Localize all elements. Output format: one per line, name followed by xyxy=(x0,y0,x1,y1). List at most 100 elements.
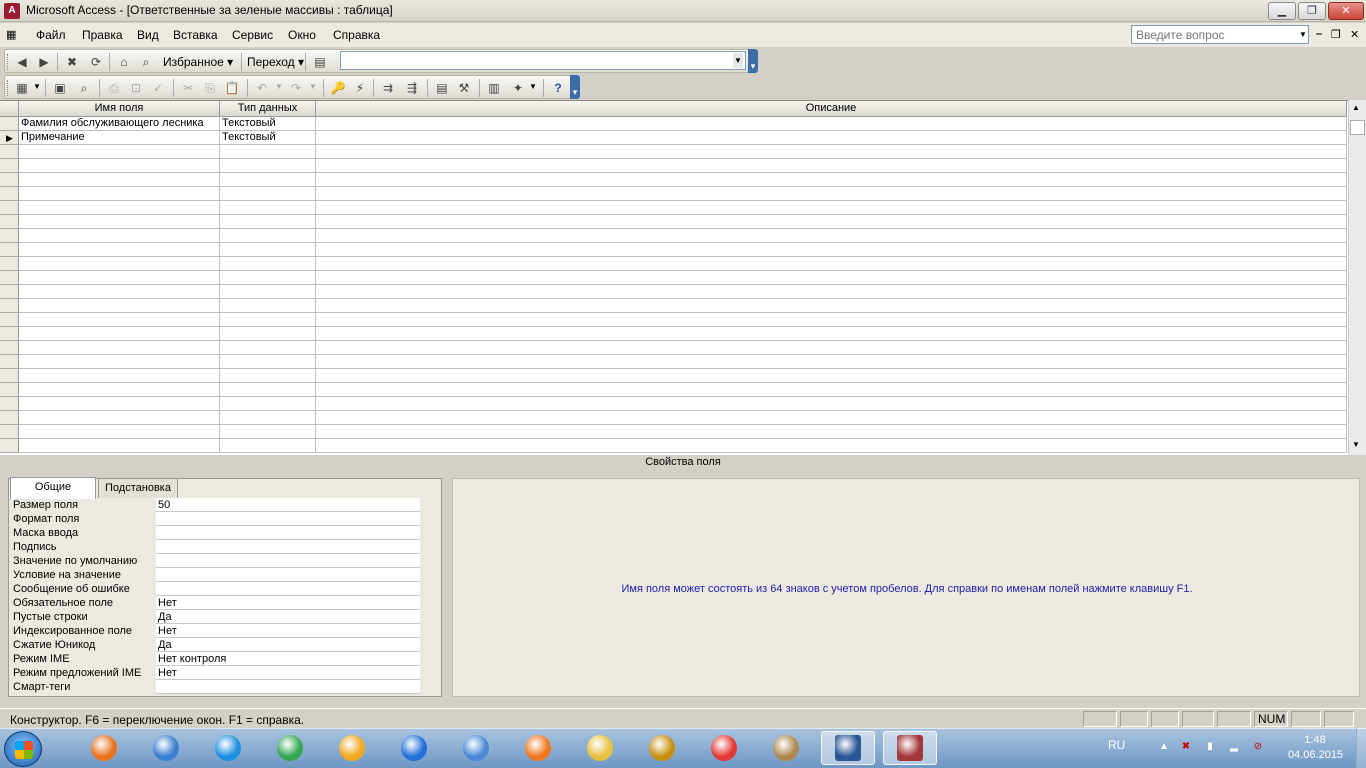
field-name-cell[interactable] xyxy=(19,383,220,397)
property-value[interactable] xyxy=(156,526,420,540)
data-type-cell[interactable] xyxy=(220,243,316,257)
row-selector[interactable] xyxy=(0,173,19,187)
menu-view[interactable]: Вид xyxy=(137,28,159,42)
row-selector[interactable] xyxy=(0,201,19,215)
description-cell[interactable] xyxy=(316,159,1347,173)
property-value[interactable] xyxy=(156,568,420,582)
data-type-cell[interactable] xyxy=(220,201,316,215)
undo-icon[interactable]: ↶ xyxy=(253,80,271,96)
undo-dropdown-icon[interactable]: ▼ xyxy=(275,82,283,91)
data-type-cell[interactable] xyxy=(220,369,316,383)
menu-insert[interactable]: Вставка xyxy=(173,28,218,42)
favorites-button[interactable]: Избранное ▾ xyxy=(163,55,233,69)
description-cell[interactable] xyxy=(316,229,1347,243)
row-selector[interactable] xyxy=(0,271,19,285)
field-name-cell[interactable] xyxy=(19,327,220,341)
scroll-thumb[interactable] xyxy=(1350,120,1365,135)
description-cell[interactable] xyxy=(316,243,1347,257)
restore-button[interactable]: ❐ xyxy=(1298,2,1326,20)
menu-window[interactable]: Окно xyxy=(288,28,316,42)
row-selector[interactable] xyxy=(0,159,19,173)
field-name-cell[interactable] xyxy=(19,145,220,159)
row-selector[interactable] xyxy=(0,341,19,355)
property-value[interactable]: 50 xyxy=(156,498,420,512)
data-type-cell[interactable]: Текстовый xyxy=(220,117,316,131)
menu-tools[interactable]: Сервис xyxy=(232,28,273,42)
property-value[interactable]: Нет xyxy=(156,596,420,610)
data-type-cell[interactable] xyxy=(220,355,316,369)
menu-edit[interactable]: Правка xyxy=(82,28,123,42)
delete-rows-icon[interactable]: ⇶ xyxy=(403,80,421,96)
build-icon[interactable]: ⚒ xyxy=(455,80,473,96)
description-cell[interactable] xyxy=(316,397,1347,411)
field-name-cell[interactable] xyxy=(19,243,220,257)
row-selector[interactable] xyxy=(0,397,19,411)
copy-icon[interactable]: ⎘ xyxy=(201,80,219,96)
description-cell[interactable] xyxy=(316,201,1347,215)
field-name-cell[interactable]: Примечание xyxy=(19,131,220,145)
row-selector[interactable] xyxy=(0,215,19,229)
mdi-minimize-button[interactable]: – xyxy=(1316,28,1322,40)
property-value[interactable] xyxy=(156,540,420,554)
network-error-icon[interactable]: ✖ xyxy=(1180,741,1192,753)
taskbar-app[interactable] xyxy=(449,731,503,765)
close-button[interactable]: ✕ xyxy=(1328,2,1364,20)
show-desktop-button[interactable] xyxy=(1356,728,1366,768)
taskbar-app[interactable] xyxy=(325,731,379,765)
description-cell[interactable] xyxy=(316,355,1347,369)
back-icon[interactable]: ◀ xyxy=(13,54,31,70)
row-selector[interactable] xyxy=(0,285,19,299)
data-type-cell[interactable] xyxy=(220,299,316,313)
data-type-cell[interactable] xyxy=(220,341,316,355)
database-window-icon[interactable]: ▥ xyxy=(485,80,503,96)
data-type-cell[interactable]: Текстовый xyxy=(220,131,316,145)
field-name-cell[interactable] xyxy=(19,257,220,271)
access-app-icon[interactable]: A xyxy=(4,3,20,19)
data-type-cell[interactable] xyxy=(220,425,316,439)
view-dropdown-icon[interactable]: ▼ xyxy=(33,82,41,91)
file-search-icon[interactable]: ⌕ xyxy=(75,80,93,96)
description-cell[interactable] xyxy=(316,271,1347,285)
menu-file[interactable]: Файл xyxy=(36,28,66,42)
device-icon[interactable]: ▮ xyxy=(1204,741,1216,753)
document-menu-icon[interactable]: ▦ xyxy=(6,28,20,42)
header-description[interactable]: Описание xyxy=(316,101,1347,117)
property-value[interactable] xyxy=(156,512,420,526)
taskbar-app[interactable] xyxy=(573,731,627,765)
toolbar-grip[interactable] xyxy=(7,54,10,70)
field-name-cell[interactable] xyxy=(19,215,220,229)
data-type-cell[interactable] xyxy=(220,397,316,411)
data-type-cell[interactable] xyxy=(220,145,316,159)
field-name-cell[interactable] xyxy=(19,271,220,285)
new-object-dropdown-icon[interactable]: ▼ xyxy=(529,82,537,91)
field-name-cell[interactable] xyxy=(19,285,220,299)
print-preview-icon[interactable]: ⊡ xyxy=(127,80,145,96)
data-type-cell[interactable] xyxy=(220,327,316,341)
field-name-cell[interactable] xyxy=(19,355,220,369)
property-value[interactable] xyxy=(156,554,420,568)
ask-dropdown-arrow-icon[interactable]: ▼ xyxy=(1297,25,1309,44)
new-object-icon[interactable]: ✦ xyxy=(509,80,527,96)
signal-icon[interactable]: ▂ xyxy=(1228,741,1240,753)
data-type-cell[interactable] xyxy=(220,439,316,453)
description-cell[interactable] xyxy=(316,327,1347,341)
address-dropdown-arrow-icon[interactable]: ▼ xyxy=(733,53,743,68)
taskbar-app[interactable] xyxy=(511,731,565,765)
taskbar-app[interactable] xyxy=(883,731,937,765)
row-selector[interactable] xyxy=(0,145,19,159)
tray-expand-icon[interactable]: ▲ xyxy=(1158,741,1170,753)
field-name-cell[interactable] xyxy=(19,187,220,201)
toolbar-options-icon[interactable]: ▾ xyxy=(748,49,758,73)
description-cell[interactable] xyxy=(316,341,1347,355)
row-selector-header[interactable] xyxy=(0,101,19,117)
print-icon[interactable]: ⎙ xyxy=(105,80,123,96)
redo-dropdown-icon[interactable]: ▼ xyxy=(309,82,317,91)
description-cell[interactable] xyxy=(316,131,1347,145)
property-value[interactable] xyxy=(156,582,420,596)
field-name-cell[interactable] xyxy=(19,439,220,453)
data-type-cell[interactable] xyxy=(220,411,316,425)
description-cell[interactable] xyxy=(316,145,1347,159)
start-button[interactable] xyxy=(4,731,42,767)
toolbar-grip[interactable] xyxy=(7,80,10,96)
description-cell[interactable] xyxy=(316,425,1347,439)
